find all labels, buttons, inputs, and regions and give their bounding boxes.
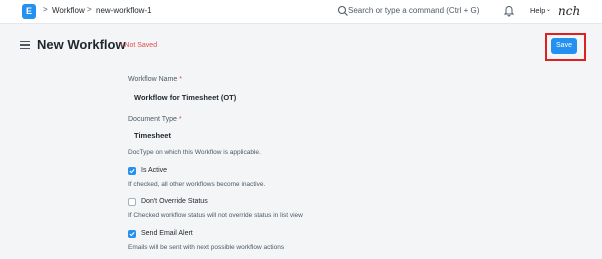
page-title: New Workflow bbox=[37, 37, 126, 52]
workflow-name-value: Workflow for Timesheet (OT) bbox=[134, 93, 237, 102]
breadcrumb-workflow[interactable]: Workflow bbox=[52, 6, 85, 15]
document-type-label: Document Type * bbox=[128, 116, 182, 123]
document-type-value: Timesheet bbox=[134, 131, 171, 140]
search-input[interactable]: Search or type a command (Ctrl + G) bbox=[348, 6, 479, 15]
chevron-right-icon: > bbox=[43, 5, 48, 14]
save-button[interactable]: Save bbox=[551, 38, 577, 54]
send-email-alert-label: Send Email Alert bbox=[141, 230, 193, 237]
help-dropdown[interactable]: Help bbox=[530, 6, 545, 15]
is-active-label: Is Active bbox=[141, 167, 168, 174]
workflow-name-label: Workflow Name * bbox=[128, 76, 182, 83]
save-button-highlight: Save bbox=[545, 33, 586, 61]
send-email-alert-description: Emails will be sent with next possible w… bbox=[128, 244, 285, 251]
avatar[interactable]: nch bbox=[558, 1, 582, 21]
status-indicator: • Not Saved bbox=[120, 42, 158, 49]
dont-override-status-checkbox[interactable] bbox=[128, 198, 136, 206]
app-logo-icon[interactable]: E bbox=[22, 4, 36, 19]
is-active-description: If checked, all other workflows become i… bbox=[128, 181, 266, 188]
bell-icon[interactable] bbox=[503, 4, 515, 17]
send-email-alert-checkbox[interactable] bbox=[128, 230, 136, 238]
chevron-right-icon: > bbox=[87, 5, 92, 14]
sidebar-toggle-icon[interactable] bbox=[20, 41, 30, 49]
document-type-field[interactable]: Timesheet bbox=[127, 127, 447, 143]
is-active-checkbox[interactable] bbox=[128, 167, 136, 175]
breadcrumb-new-workflow[interactable]: new-workflow-1 bbox=[96, 6, 152, 15]
document-type-description: DocType on which this Workflow is applic… bbox=[128, 149, 261, 156]
chevron-down-icon: ⌄ bbox=[546, 7, 552, 13]
workflow-name-field[interactable]: Workflow for Timesheet (OT) bbox=[127, 89, 447, 105]
dont-override-status-label: Don't Override Status bbox=[141, 198, 208, 205]
top-navbar: E > Workflow > new-workflow-1 Search or … bbox=[0, 0, 602, 24]
dont-override-status-description: If Checked workflow status will not over… bbox=[128, 212, 303, 219]
